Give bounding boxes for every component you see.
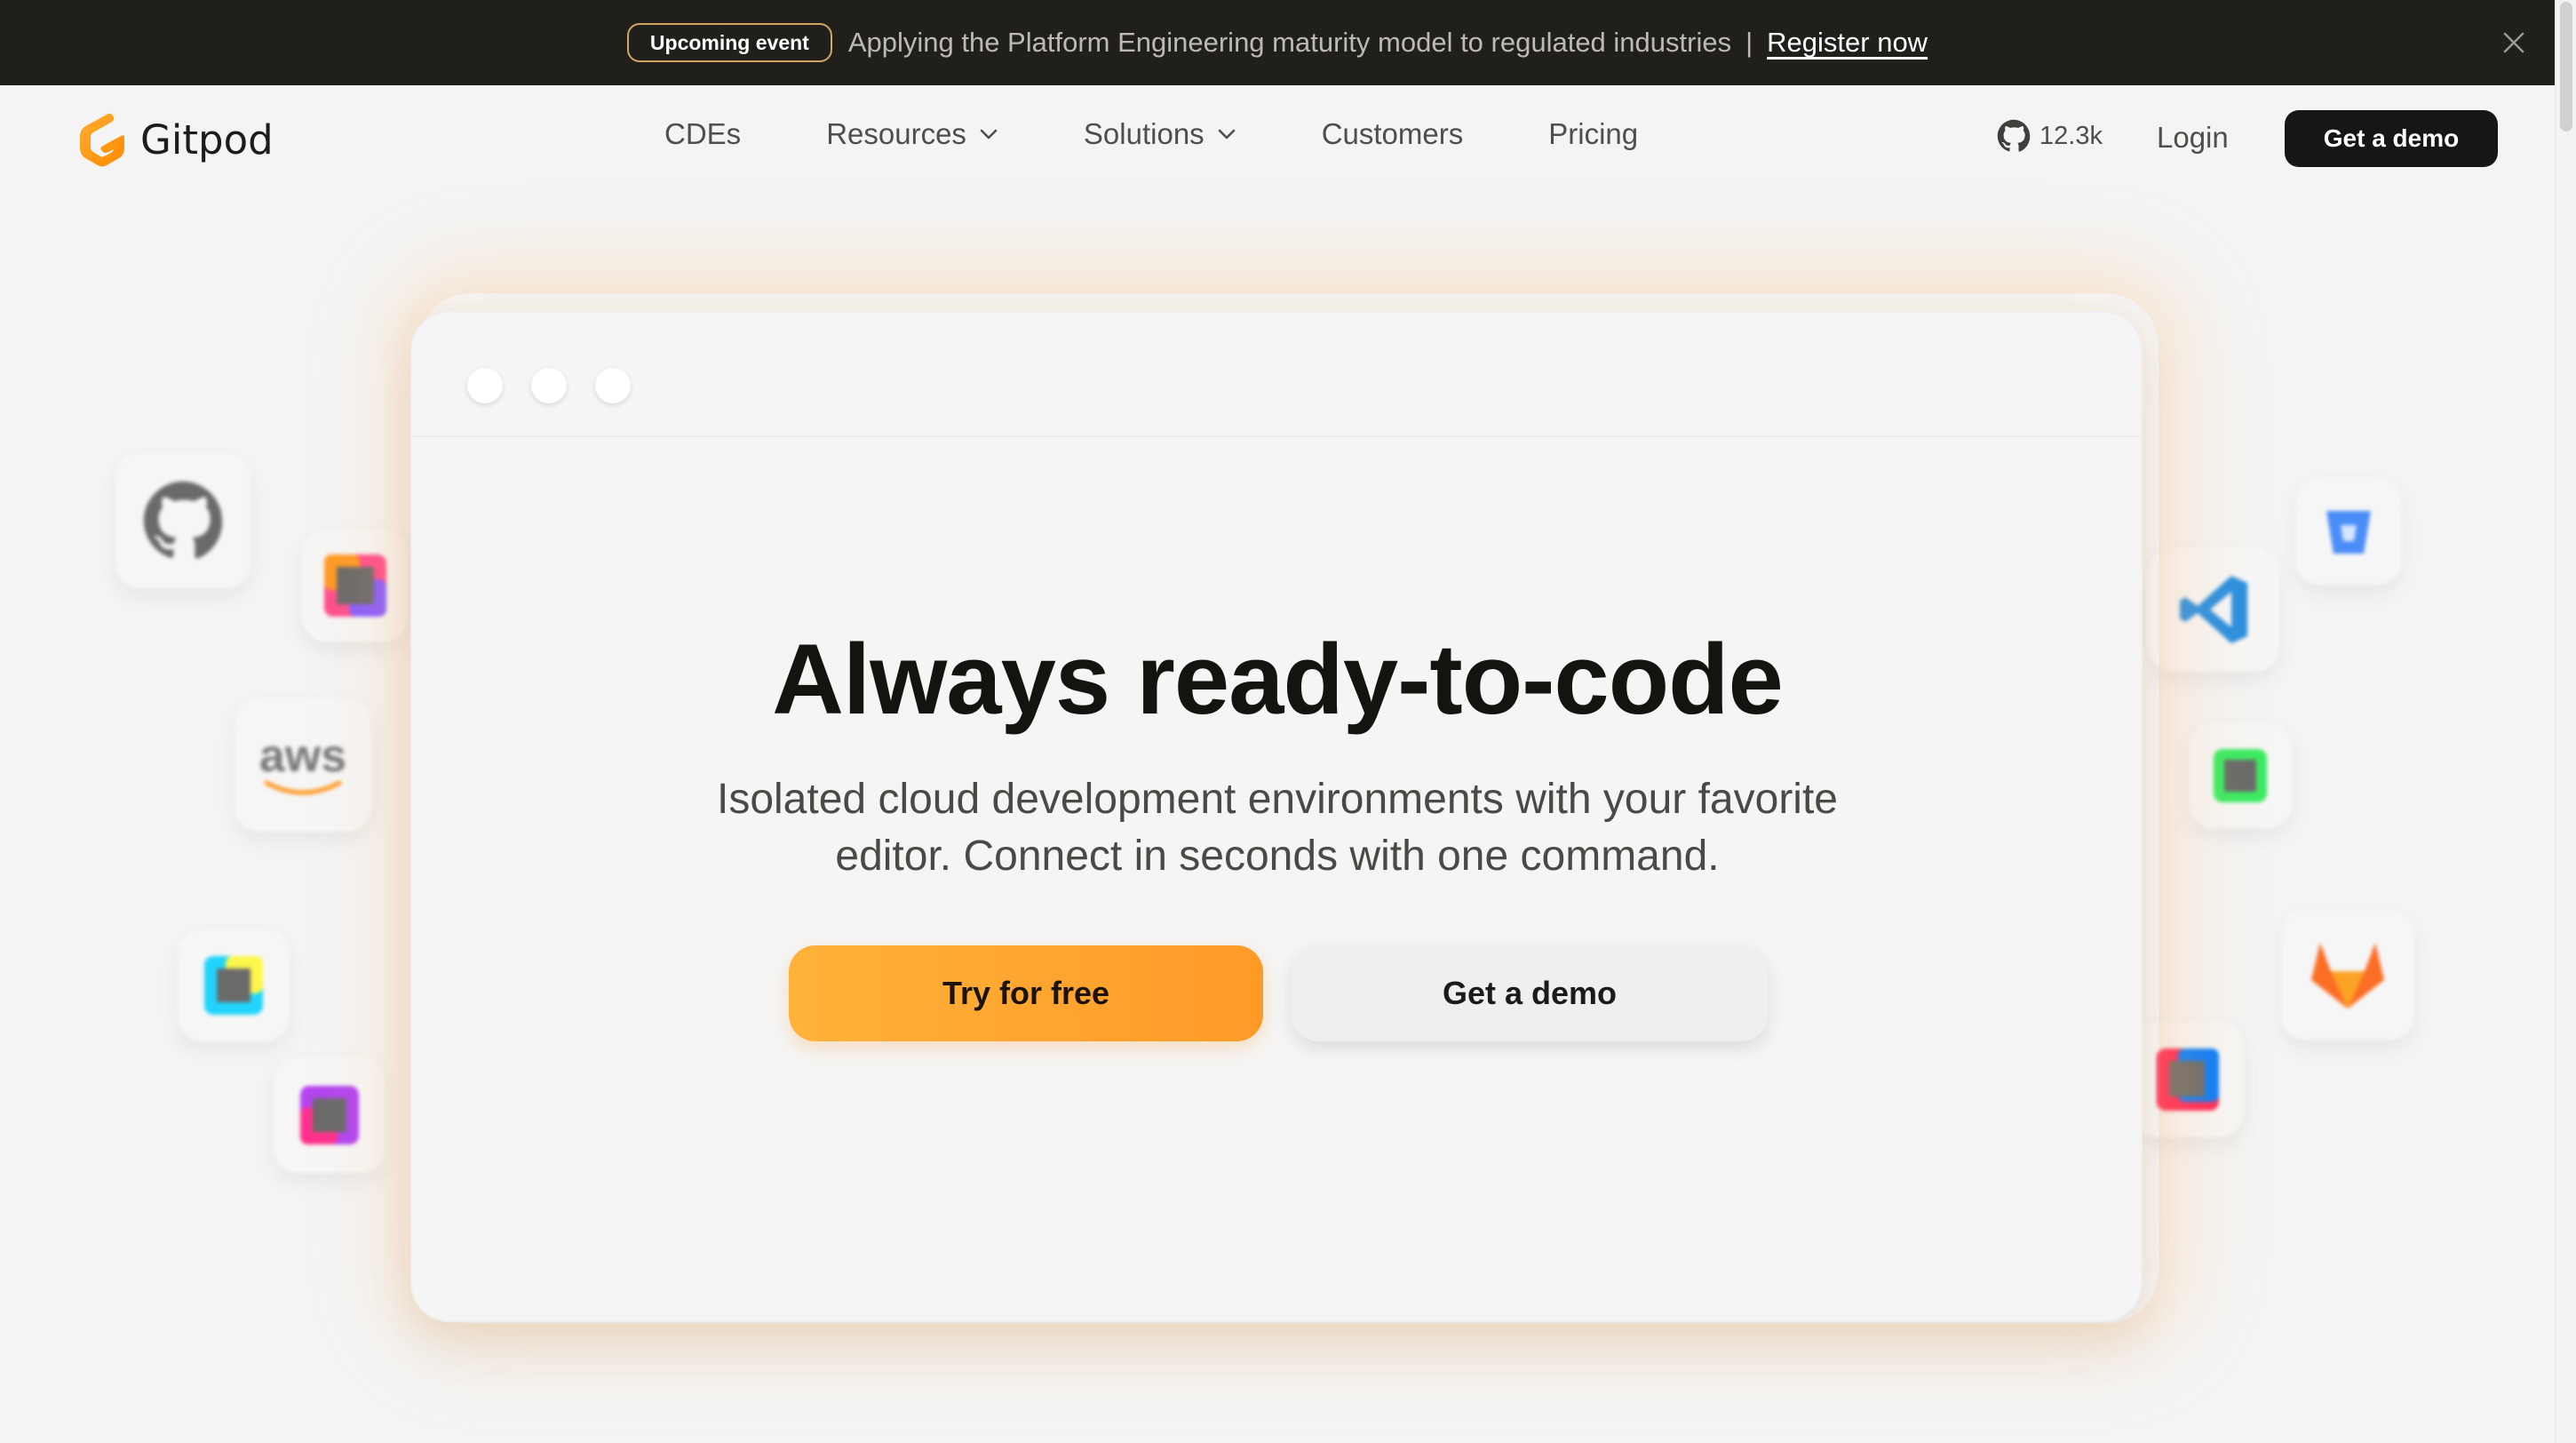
login-link[interactable]: Login bbox=[2157, 121, 2229, 155]
github-icon bbox=[1997, 119, 2031, 152]
brand-name: Gitpod bbox=[140, 116, 274, 163]
nav-link-cdes[interactable]: CDEs bbox=[664, 117, 741, 151]
github-tile bbox=[115, 453, 250, 588]
announcement-separator: | bbox=[1745, 27, 1753, 58]
window-dot bbox=[531, 368, 567, 403]
gitlab-icon bbox=[2311, 943, 2384, 1009]
nav-link-pricing[interactable]: Pricing bbox=[1548, 117, 1638, 151]
bitbucket-icon bbox=[2326, 511, 2371, 554]
nav-link-solutions[interactable]: Solutions bbox=[1084, 117, 1236, 151]
nav-link-label: CDEs bbox=[664, 117, 742, 150]
goland-icon bbox=[2214, 749, 2267, 802]
get-demo-button[interactable]: Get a demo bbox=[2285, 110, 2498, 167]
upcoming-event-badge: Upcoming event bbox=[626, 23, 832, 62]
nav-link-resources[interactable]: Resources bbox=[826, 117, 998, 151]
hero-subtitle: Isolated cloud development environments … bbox=[675, 771, 1880, 885]
aws-icon: aws bbox=[258, 730, 347, 782]
hero-subtitle-line1: Isolated cloud development environments … bbox=[716, 776, 1838, 823]
chevron-down-icon bbox=[1218, 129, 1235, 140]
nav-link-label: Customers bbox=[1321, 117, 1464, 150]
top-nav: Gitpod CDEs Resources Solutions Customer… bbox=[0, 85, 2555, 192]
bitbucket-tile bbox=[2295, 478, 2402, 585]
scrollbar-thumb[interactable] bbox=[2560, 2, 2572, 132]
try-for-free-button[interactable]: Try for free bbox=[789, 945, 1263, 1041]
nav-link-label: Solutions bbox=[1083, 117, 1205, 150]
announcement-message: Applying the Platform Engineering maturi… bbox=[847, 27, 1732, 58]
brand-logo[interactable]: Gitpod bbox=[75, 110, 274, 169]
hero-get-demo-button[interactable]: Get a demo bbox=[1292, 945, 1768, 1041]
intellij-icon bbox=[2157, 1048, 2219, 1111]
webstorm-tile bbox=[178, 929, 290, 1041]
phpstorm-tile bbox=[274, 1057, 386, 1173]
announcement-bar: Upcoming event Applying the Platform Eng… bbox=[0, 0, 2555, 85]
phpstorm-icon bbox=[300, 1086, 359, 1144]
goland-tile bbox=[2189, 723, 2292, 828]
webstorm-icon bbox=[204, 956, 263, 1015]
window-dot bbox=[467, 368, 503, 403]
gitpod-logo-icon bbox=[80, 113, 124, 167]
nav-link-label: Pricing bbox=[1548, 117, 1639, 150]
gitlab-tile bbox=[2281, 910, 2414, 1040]
nav-links: CDEs Resources Solutions Customers Prici… bbox=[664, 117, 1638, 151]
close-icon[interactable] bbox=[2498, 27, 2530, 59]
aws-smile-icon bbox=[264, 780, 342, 795]
github-icon bbox=[143, 481, 223, 559]
window-dot bbox=[595, 368, 631, 403]
nav-link-customers[interactable]: Customers bbox=[1322, 117, 1464, 151]
page-scrollbar[interactable] bbox=[2555, 0, 2576, 1443]
github-stars-link[interactable]: 12.3k bbox=[1997, 119, 2103, 153]
nav-link-label: Resources bbox=[826, 117, 966, 150]
register-now-link[interactable]: Register now bbox=[1767, 27, 1928, 59]
jetbrains-icon bbox=[324, 554, 386, 617]
chevron-down-icon bbox=[980, 129, 998, 140]
hero-subtitle-line2: editor. Connect in seconds with one comm… bbox=[835, 833, 1720, 880]
github-star-count: 12.3k bbox=[2039, 121, 2103, 150]
hero-title: Always ready-to-code bbox=[772, 624, 1784, 735]
window-title-bar bbox=[412, 313, 2141, 437]
